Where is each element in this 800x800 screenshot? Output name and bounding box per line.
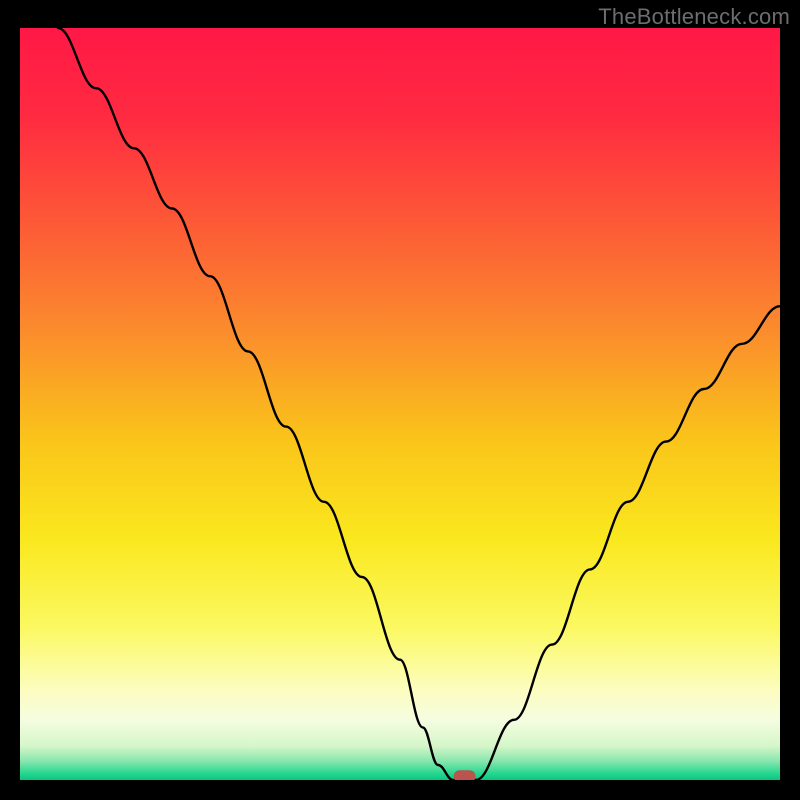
chart-frame: TheBottleneck.com bbox=[0, 0, 800, 800]
optimal-point-marker bbox=[454, 770, 476, 780]
gradient-background bbox=[20, 28, 780, 780]
bottleneck-chart bbox=[20, 28, 780, 780]
watermark-text: TheBottleneck.com bbox=[598, 4, 790, 30]
plot-area bbox=[20, 28, 780, 780]
